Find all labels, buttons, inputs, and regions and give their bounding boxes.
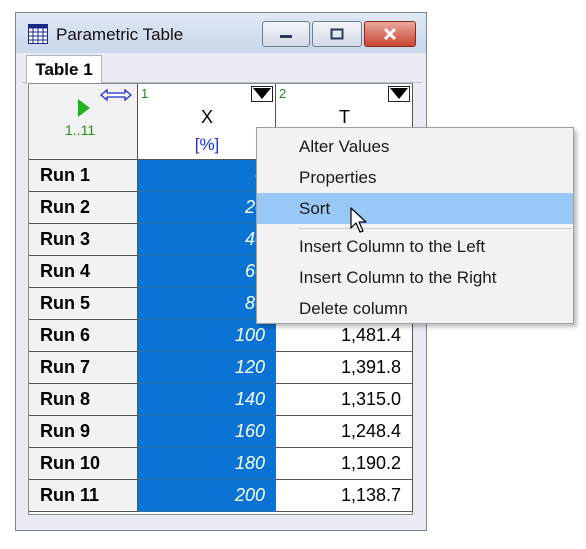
row-header-run-9[interactable]: Run 9 [29, 416, 138, 448]
table-corner[interactable]: 1..11 [29, 84, 138, 160]
maximize-button[interactable] [312, 21, 362, 47]
resize-columns-icon[interactable] [99, 88, 133, 102]
minimize-button[interactable] [262, 21, 310, 47]
row-header-run-10[interactable]: Run 10 [29, 448, 138, 480]
tab-table-1[interactable]: Table 1 [26, 55, 102, 84]
menu-item-insert-column-right[interactable]: Insert Column to the Right [257, 262, 573, 293]
column-index: 2 [279, 86, 287, 101]
cell-t[interactable]: 1,391.8 [276, 352, 413, 384]
run-table-icon[interactable] [77, 98, 91, 118]
cell-t[interactable]: 1,138.7 [276, 480, 413, 512]
column-name: T [339, 107, 350, 127]
menu-item-delete-column[interactable]: Delete column [257, 293, 573, 324]
menu-separator [298, 228, 572, 229]
row-header-run-11[interactable]: Run 11 [29, 480, 138, 512]
cell-t[interactable]: 1,481.4 [276, 320, 413, 352]
close-icon [383, 27, 397, 41]
row-header-run-6[interactable]: Run 6 [29, 320, 138, 352]
cell-x[interactable]: 140 [138, 384, 276, 416]
cell-t[interactable]: 1,315.0 [276, 384, 413, 416]
minimize-icon [280, 35, 292, 38]
menu-item-alter-values[interactable]: Alter Values [257, 131, 573, 162]
table-app-icon [28, 24, 48, 44]
cell-x[interactable]: 120 [138, 352, 276, 384]
column-name: X [200, 107, 213, 127]
cell-t[interactable]: 1,248.4 [276, 416, 413, 448]
window-title: Parametric Table [56, 25, 184, 44]
row-header-run-2[interactable]: Run 2 [29, 192, 138, 224]
cell-x[interactable]: 100 [138, 320, 276, 352]
row-header-run-4[interactable]: Run 4 [29, 256, 138, 288]
cell-x[interactable]: 180 [138, 448, 276, 480]
row-header-run-3[interactable]: Run 3 [29, 224, 138, 256]
menu-item-sort[interactable]: Sort [257, 193, 573, 224]
column-menu-arrow-icon[interactable] [388, 86, 410, 102]
row-header-run-7[interactable]: Run 7 [29, 352, 138, 384]
maximize-icon [330, 28, 344, 40]
menu-item-insert-column-left[interactable]: Insert Column to the Left [257, 231, 573, 262]
cell-x[interactable]: 200 [138, 480, 276, 512]
run-range-label: 1..11 [65, 122, 96, 138]
row-header-run-1[interactable]: Run 1 [29, 160, 138, 192]
column-index: 1 [141, 86, 149, 101]
cell-t[interactable]: 1,190.2 [276, 448, 413, 480]
column-menu-arrow-icon[interactable] [251, 86, 273, 102]
row-header-run-8[interactable]: Run 8 [29, 384, 138, 416]
row-header-run-5[interactable]: Run 5 [29, 288, 138, 320]
mouse-cursor-icon [350, 207, 367, 233]
menu-item-properties[interactable]: Properties [257, 162, 573, 193]
close-button[interactable] [364, 21, 416, 47]
cell-x[interactable]: 160 [138, 416, 276, 448]
